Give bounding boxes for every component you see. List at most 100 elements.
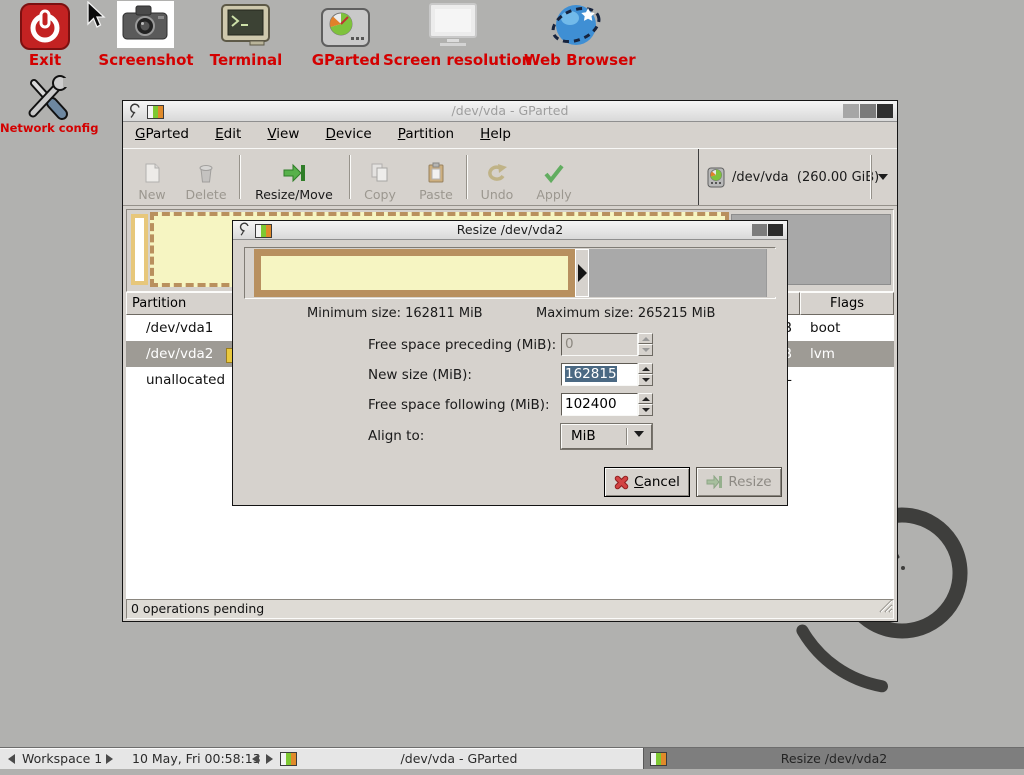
tasklist-next-arrow[interactable] (266, 754, 273, 775)
cell-flags: lvm (810, 341, 835, 367)
tasklist-prev-arrow[interactable] (252, 754, 259, 775)
device-dropdown-arrow[interactable] (871, 155, 894, 199)
workspace-label[interactable]: Workspace 1 (22, 748, 102, 769)
new-button[interactable]: New (130, 152, 174, 202)
free-space-area (589, 249, 767, 297)
paste-label: Paste (419, 187, 453, 202)
new-size-field[interactable]: 162815 (561, 363, 638, 386)
device-size: (260.00 GiB) (797, 170, 879, 185)
taskbar: Workspace 1 10 May, Fri 00:58:13 /dev/vd… (0, 747, 1024, 769)
menu-gparted[interactable]: GParted (126, 122, 198, 146)
close-button[interactable] (768, 224, 783, 236)
device-name: /dev/vda (732, 170, 789, 185)
exit-label[interactable]: Exit (15, 51, 75, 69)
terminal-icon[interactable] (220, 3, 272, 48)
status-bar: 0 operations pending (126, 599, 894, 619)
cancel-x-icon (614, 475, 629, 490)
menu-view[interactable]: View (258, 122, 308, 146)
paste-button[interactable]: Paste (409, 152, 463, 202)
screenshot-icon[interactable] (117, 1, 174, 48)
align-to-value: MiB (571, 428, 596, 444)
resize-arrow-icon (706, 475, 723, 489)
partition-block-vda1[interactable] (131, 214, 148, 285)
disk-icon (707, 167, 725, 188)
free-space-following-label: Free space following (MiB): (368, 397, 550, 414)
dialog-titlebar[interactable]: Resize /dev/vda2 (233, 221, 787, 240)
screen-resolution-icon[interactable] (426, 2, 480, 48)
free-space-preceding-label: Free space preceding (MiB): (368, 337, 556, 354)
free-space-following-field[interactable]: 102400 (561, 393, 638, 416)
exit-icon[interactable] (20, 3, 70, 50)
toolbar-separator (466, 155, 467, 199)
delete-label: Delete (185, 187, 226, 202)
main-window-title: /dev/vda - GParted (123, 103, 897, 118)
chevron-down-icon (634, 431, 644, 453)
copy-label: Copy (364, 187, 396, 202)
copy-button[interactable]: Copy (353, 152, 407, 202)
resize-dialog: Resize /dev/vda2 Minimum size: 162811 Mi… (232, 220, 788, 506)
resize-move-label: Resize/Move (255, 187, 333, 202)
resize-grip[interactable] (877, 597, 893, 618)
cancel-button[interactable]: Cancel (604, 467, 690, 497)
device-selector[interactable]: /dev/vda (260.00 GiB) (698, 149, 896, 205)
new-size-label: New size (MiB): (368, 367, 472, 384)
right-resize-grip[interactable] (766, 249, 776, 297)
toolbar: New Delete Resize/Move Copy Paste Undo A… (123, 148, 897, 206)
dialog-title: Resize /dev/vda2 (233, 222, 787, 237)
free-space-preceding-field[interactable]: 0 (561, 333, 638, 356)
free-space-following-spinner[interactable] (638, 393, 653, 416)
new-size-spinner[interactable] (638, 363, 653, 386)
gparted-icon[interactable] (321, 7, 371, 48)
column-header-flags[interactable]: Flags (800, 292, 894, 315)
resize-slider-widget (244, 247, 776, 299)
menu-help[interactable]: Help (471, 122, 520, 146)
network-config-icon[interactable] (21, 72, 73, 122)
free-space-preceding-spinner[interactable] (638, 333, 653, 356)
cell-partition: /dev/vda1 (146, 315, 213, 341)
terminal-label[interactable]: Terminal (196, 51, 296, 69)
menu-edit[interactable]: Edit (206, 122, 250, 146)
network-config-label[interactable]: Network config (0, 121, 95, 135)
task-gparted-main[interactable]: /dev/vda - GParted (278, 748, 640, 769)
resize-button-disabled[interactable]: Resize (696, 467, 782, 497)
pending-operations-text: 0 operations pending (131, 601, 264, 616)
resize-move-button[interactable]: Resize/Move (244, 152, 344, 202)
task-title: Resize /dev/vda2 (644, 748, 1024, 769)
delete-button[interactable]: Delete (175, 152, 237, 202)
cancel-label: Cancel (634, 474, 680, 490)
partition-area[interactable] (254, 249, 575, 297)
undo-button[interactable]: Undo (470, 152, 524, 202)
apply-label: Apply (536, 187, 571, 202)
main-window-titlebar[interactable]: /dev/vda - GParted (123, 101, 897, 122)
resize-label: Resize (728, 474, 771, 490)
task-title: /dev/vda - GParted (278, 748, 640, 769)
maximize-button[interactable] (752, 224, 767, 236)
align-to-dropdown[interactable]: MiB (561, 424, 652, 449)
minimum-size-text: Minimum size: 162811 MiB (307, 306, 483, 321)
workspace-next-arrow[interactable] (106, 754, 113, 775)
cell-flags: boot (810, 315, 840, 341)
screen-resolution-label[interactable]: Screen resolution (383, 51, 523, 69)
undo-label: Undo (481, 187, 514, 202)
align-to-label: Align to: (368, 428, 424, 445)
mouse-cursor (86, 1, 106, 33)
cell-partition: /dev/vda2 (146, 341, 213, 367)
screenshot-label[interactable]: Screenshot (86, 51, 206, 69)
menubar: GParted Edit View Device Partition Help (123, 122, 897, 148)
toolbar-separator (349, 155, 350, 199)
drag-handle[interactable] (575, 249, 589, 297)
new-label: New (138, 187, 165, 202)
task-resize-dialog-active[interactable]: Resize /dev/vda2 (643, 748, 1024, 769)
menu-partition[interactable]: Partition (389, 122, 463, 146)
maximize-button[interactable] (860, 104, 876, 118)
clock: 10 May, Fri 00:58:13 (132, 748, 261, 769)
close-button[interactable] (877, 104, 893, 118)
web-browser-label[interactable]: Web Browser (524, 51, 634, 69)
web-browser-icon[interactable] (549, 0, 603, 50)
menu-device[interactable]: Device (317, 122, 381, 146)
apply-button[interactable]: Apply (526, 152, 582, 202)
gparted-desktop-label[interactable]: GParted (296, 51, 396, 69)
workspace-prev-arrow[interactable] (8, 754, 15, 775)
cell-partition: unallocated (146, 367, 225, 393)
minimize-button[interactable] (843, 104, 859, 118)
